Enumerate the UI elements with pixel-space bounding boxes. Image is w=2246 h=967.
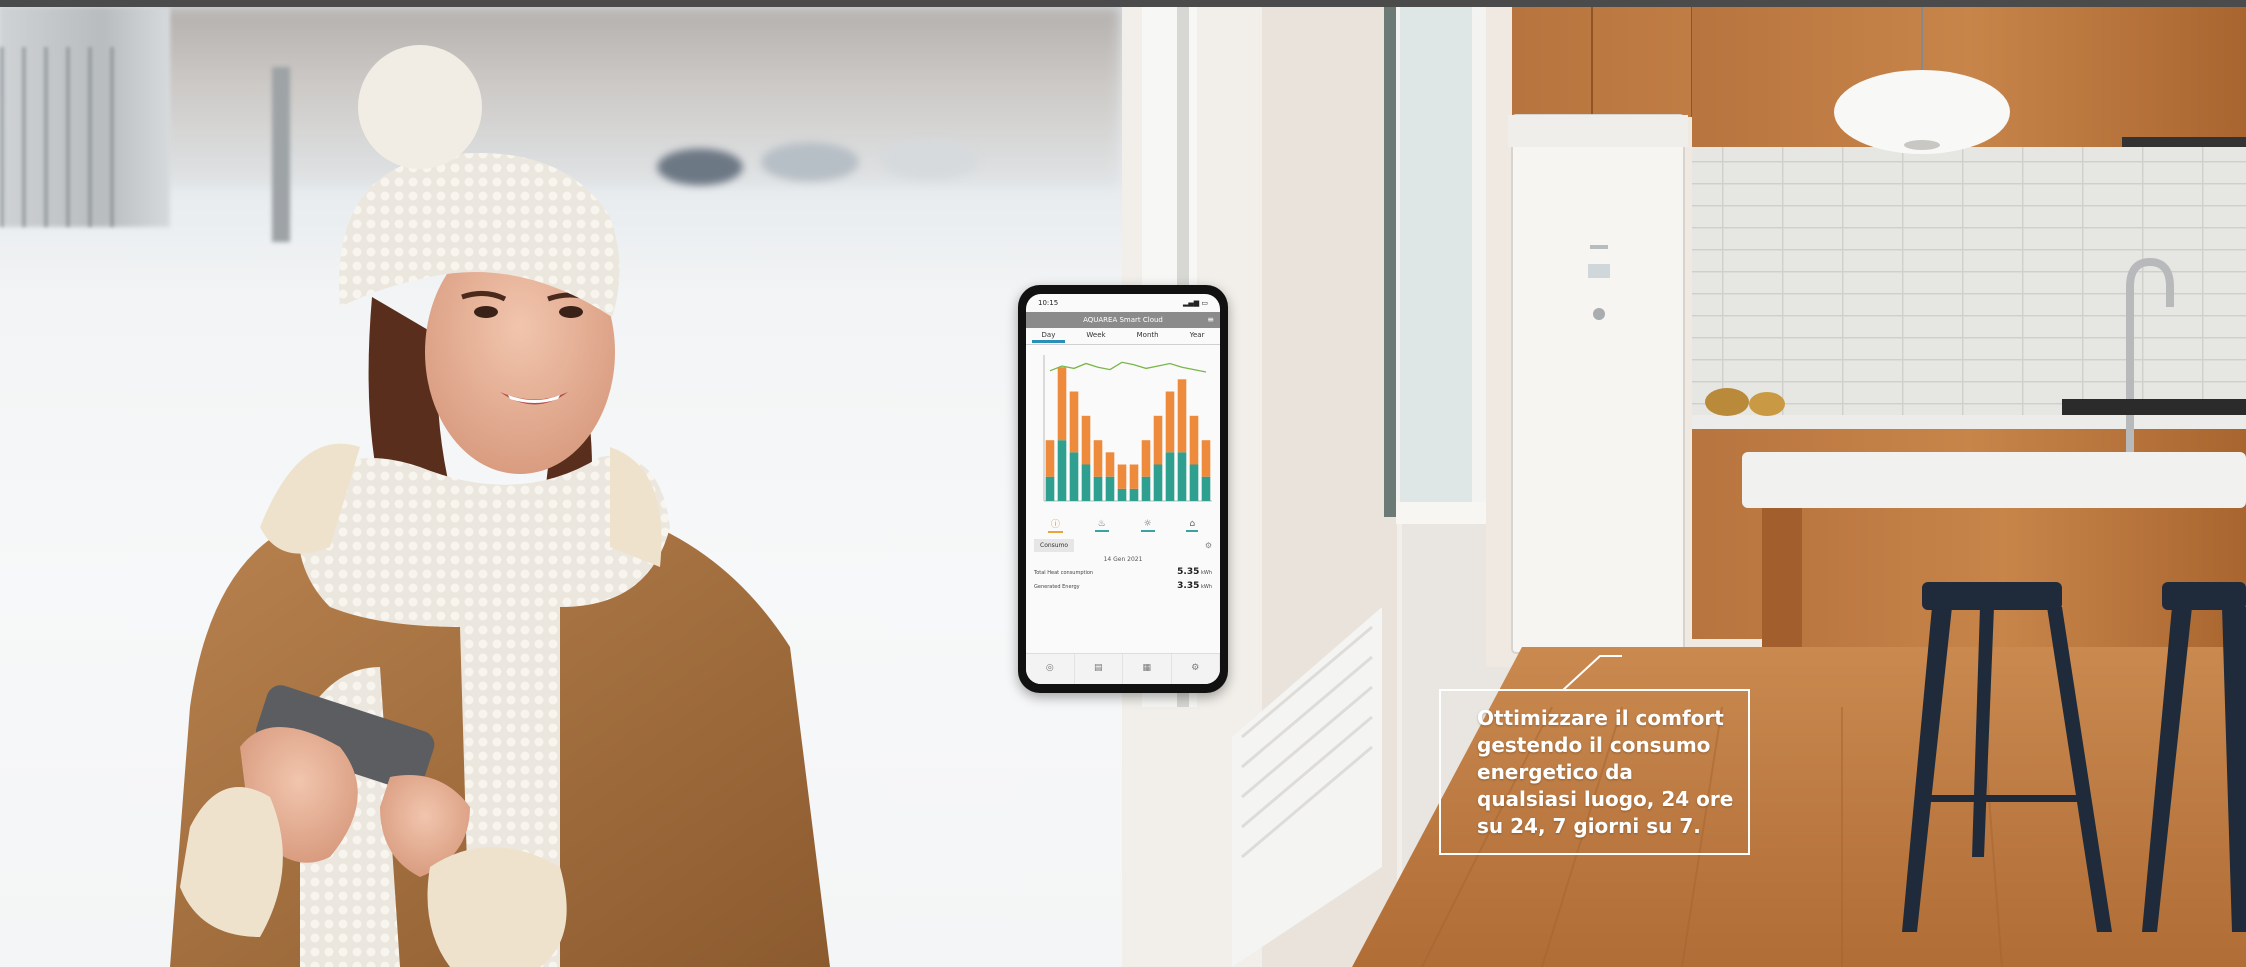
- top-border: [0, 0, 2246, 7]
- chart-bar: [1177, 379, 1187, 453]
- chart-bar: [1189, 464, 1199, 501]
- chart-bar: [1165, 452, 1175, 501]
- chart-bar: [1141, 476, 1151, 501]
- tab-week[interactable]: Week: [1086, 331, 1105, 339]
- caption-box: Ottimizzare il comfort gestendo il consu…: [1439, 689, 1750, 855]
- energy-chart: [1043, 355, 1212, 502]
- caption-text: Ottimizzare il comfort gestendo il consu…: [1477, 706, 1734, 838]
- smartphone: 10:15 ▂▄▆ ▭ AQUAREA Smart Cloud ≡ Day We…: [1018, 285, 1228, 693]
- chart-bar: [1117, 488, 1127, 501]
- chart-bar: [1129, 488, 1139, 501]
- stat-value: 3.35: [1177, 581, 1200, 591]
- period-tabs: Day Week Month Year: [1026, 328, 1220, 343]
- app-header: AQUAREA Smart Cloud ≡: [1026, 312, 1220, 328]
- home-icon[interactable]: ⌂: [1186, 519, 1199, 532]
- settings-icon[interactable]: ⚙: [1205, 541, 1212, 550]
- tab-month[interactable]: Month: [1137, 331, 1159, 339]
- chart-bar: [1057, 440, 1067, 501]
- chart-bar: [1045, 476, 1055, 501]
- consume-chip[interactable]: Consumo: [1034, 539, 1075, 552]
- chart-bar: [1153, 464, 1163, 501]
- chart-bar: [1141, 440, 1151, 477]
- chart-bar: [1129, 464, 1139, 489]
- nav-statistics-icon[interactable]: ▦: [1123, 654, 1172, 684]
- stat-row: Generated Energy 3.35 kWh: [1026, 579, 1220, 593]
- chart-bar: [1105, 452, 1115, 477]
- phone-status-bar: 10:15 ▂▄▆ ▭: [1026, 294, 1220, 312]
- stat-label: Generated Energy: [1034, 584, 1080, 590]
- nav-schedule-icon[interactable]: ▤: [1075, 654, 1123, 684]
- nav-settings-icon[interactable]: ⚙: [1172, 654, 1220, 684]
- stat-label: Total Heat consumption: [1034, 570, 1094, 576]
- chart-bar: [1093, 476, 1103, 501]
- chart-bar: [1177, 452, 1187, 501]
- stat-value: 5.35: [1177, 567, 1200, 577]
- stat-unit: kWh: [1200, 584, 1212, 590]
- chart-bar: [1189, 415, 1199, 465]
- chart-bar: [1201, 476, 1211, 501]
- winter-woman-photo: [0, 7, 1122, 967]
- chart-bar: [1165, 391, 1175, 453]
- caption-pointer: [1561, 655, 1622, 691]
- woman-illustration: [170, 45, 830, 967]
- tab-year[interactable]: Year: [1190, 331, 1205, 339]
- chart-bar: [1081, 415, 1091, 465]
- chart-bar: [1105, 476, 1115, 501]
- chart-bar: [1081, 464, 1091, 501]
- bottom-nav: ◎ ▤ ▦ ⚙: [1026, 653, 1220, 684]
- chart-bar: [1069, 452, 1079, 501]
- chart-bar: [1117, 464, 1127, 489]
- chart-bar: [1057, 367, 1067, 441]
- chart-bar: [1201, 440, 1211, 477]
- phone-screen: 10:15 ▂▄▆ ▭ AQUAREA Smart Cloud ≡ Day We…: [1026, 294, 1220, 684]
- nav-dashboard-icon[interactable]: ◎: [1026, 654, 1075, 684]
- app-title: AQUAREA Smart Cloud: [1083, 316, 1163, 324]
- signal-battery-icon: ▂▄▆ ▭: [1183, 299, 1208, 307]
- chart-line: [1049, 361, 1207, 373]
- chart-bar: [1045, 440, 1055, 477]
- menu-icon[interactable]: ≡: [1207, 315, 1214, 324]
- chart-bar: [1093, 440, 1103, 477]
- consume-row: Consumo ⚙: [1026, 535, 1220, 554]
- tab-day[interactable]: Day: [1031, 331, 1066, 343]
- stat-row: Total Heat consumption 5.35 kWh: [1026, 565, 1220, 579]
- mode-icons-row: ⓘ ♨ ☼ ⌂: [1026, 515, 1220, 535]
- chart-bar: [1069, 391, 1079, 453]
- status-time: 10:15: [1038, 299, 1059, 307]
- warning-icon[interactable]: ⓘ: [1047, 517, 1063, 533]
- chart-bar: [1153, 415, 1163, 465]
- stat-unit: kWh: [1200, 570, 1212, 576]
- date-label: 14 Gen 2021: [1103, 556, 1143, 563]
- sun-icon[interactable]: ☼: [1140, 519, 1155, 532]
- heating-icon[interactable]: ♨: [1094, 519, 1109, 532]
